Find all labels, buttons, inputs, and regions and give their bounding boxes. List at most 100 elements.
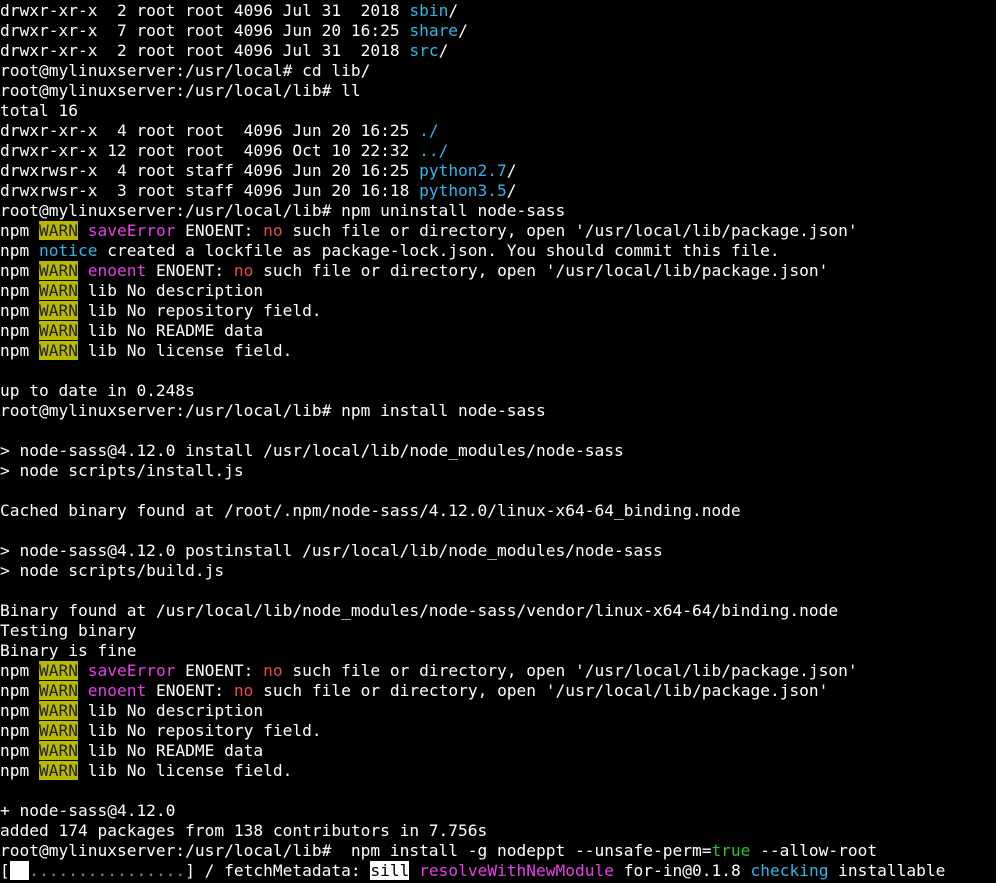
terminal-line: root@mylinuxserver:/usr/local/lib# npm i…: [0, 401, 996, 421]
terminal-line: npm notice created a lockfile as package…: [0, 241, 996, 261]
terminal-line: npm WARN lib No license field.: [0, 761, 996, 781]
notice-tag: notice: [38, 241, 98, 260]
directory-name: ./: [419, 121, 439, 140]
terminal-line: Testing binary: [0, 621, 996, 641]
output-text: [: [0, 861, 10, 880]
output-text: npm: [0, 281, 39, 300]
terminal-line: npm WARN lib No README data: [0, 321, 996, 341]
output-text: lib No description: [77, 281, 264, 300]
directory-name: src: [409, 41, 439, 60]
terminal-line: npm WARN enoent ENOENT: no such file or …: [0, 261, 996, 281]
terminal-line: drwxr-xr-x 2 root root 4096 Jul 31 2018 …: [0, 1, 996, 21]
error-word: no: [233, 681, 254, 700]
terminal-line: drwxr-xr-x 2 root root 4096 Jul 31 2018 …: [0, 41, 996, 61]
output-text: /: [458, 21, 468, 40]
directory-name: sbin: [409, 1, 449, 20]
progress-bar-fill: [9, 861, 30, 880]
output-text: lib No license field.: [77, 761, 293, 780]
output-text: ENOENT:: [146, 261, 234, 280]
output-text: drwxr-xr-x 7 root root 4096 Jun 20 16:25: [0, 21, 410, 40]
output-text: npm: [0, 221, 39, 240]
output-text: root@mylinuxserver:/usr/local/lib# npm i…: [0, 841, 712, 860]
terminal-line: root@mylinuxserver:/usr/local/lib# npm u…: [0, 201, 996, 221]
warn-badge: WARN: [38, 221, 78, 240]
output-text: /: [438, 41, 449, 60]
terminal-line: root@mylinuxserver:/usr/local/lib# ll: [0, 81, 996, 101]
warn-badge: WARN: [38, 321, 78, 340]
warn-badge: WARN: [38, 721, 78, 740]
terminal-line: npm WARN saveError ENOENT: no such file …: [0, 221, 996, 241]
warn-badge: WARN: [38, 661, 78, 680]
terminal-window[interactable]: drwxr-xr-x 2 root root 4096 Jul 31 2018 …: [0, 0, 996, 883]
output-text: > node-sass@4.12.0 postinstall /usr/loca…: [0, 541, 663, 560]
output-text: root@mylinuxserver:/usr/local/lib# npm u…: [0, 201, 566, 220]
warn-badge: WARN: [38, 301, 78, 320]
status-word: checking: [750, 861, 829, 880]
output-text: npm: [0, 701, 39, 720]
output-text: drwxrwsr-x 3 root staff 4096 Jun 20 16:1…: [0, 181, 420, 200]
terminal-line: drwxr-xr-x 4 root root 4096 Jun 20 16:25…: [0, 121, 996, 141]
npm-log-tag: enoent: [87, 261, 147, 280]
terminal-line: Binary found at /usr/local/lib/node_modu…: [0, 601, 996, 621]
output-text: > node-sass@4.12.0 install /usr/local/li…: [0, 441, 624, 460]
output-text: npm: [0, 341, 39, 360]
output-text: npm: [0, 681, 39, 700]
output-text: such file or directory, open '/usr/local…: [282, 661, 858, 680]
terminal-line: drwxr-xr-x 7 root root 4096 Jun 20 16:25…: [0, 21, 996, 41]
output-text: npm: [0, 721, 39, 740]
terminal-line: > node-sass@4.12.0 install /usr/local/li…: [0, 441, 996, 461]
terminal-line: root@mylinuxserver:/usr/local# cd lib/: [0, 61, 996, 81]
terminal-line: Binary is fine: [0, 641, 996, 661]
directory-name: ../: [419, 141, 449, 160]
directory-name: share: [409, 21, 459, 40]
output-text: npm: [0, 761, 39, 780]
terminal-line: npm WARN lib No repository field.: [0, 721, 996, 741]
output-text: /: [448, 1, 459, 20]
output-text: Binary found at /usr/local/lib/node_modu…: [0, 601, 839, 620]
output-text: npm: [0, 741, 39, 760]
sill-badge: sill: [370, 861, 410, 880]
terminal-line: drwxrwsr-x 4 root staff 4096 Jun 20 16:2…: [0, 161, 996, 181]
warn-badge: WARN: [38, 741, 78, 760]
output-text: /: [506, 181, 517, 200]
output-text: such file or directory, open '/usr/local…: [253, 261, 829, 280]
output-text: npm: [0, 261, 39, 280]
npm-log-tag: enoent: [87, 681, 147, 700]
terminal-line: total 16: [0, 101, 996, 121]
error-word: no: [233, 261, 254, 280]
output-text: lib No README data: [77, 741, 264, 760]
output-text: ENOENT:: [175, 661, 264, 680]
output-text: root@mylinuxserver:/usr/local/lib# ll: [0, 81, 361, 100]
npm-log-tag: saveError: [87, 661, 176, 680]
output-text: such file or directory, open '/usr/local…: [282, 221, 858, 240]
output-text: npm: [0, 241, 39, 260]
output-text: lib No description: [77, 701, 264, 720]
terminal-line: + node-sass@4.12.0: [0, 801, 996, 821]
terminal-line: Cached binary found at /root/.npm/node-s…: [0, 501, 996, 521]
output-text: --allow-root: [750, 841, 878, 860]
output-text: drwxr-xr-x 2 root root 4096 Jul 31 2018: [0, 1, 410, 20]
terminal-line: npm WARN saveError ENOENT: no such file …: [0, 661, 996, 681]
output-text: root@mylinuxserver:/usr/local# cd lib/: [0, 61, 371, 80]
output-text: + node-sass@4.12.0: [0, 801, 176, 820]
directory-name: python3.5: [419, 181, 507, 200]
output-text: > node scripts/build.js: [0, 561, 225, 580]
output-text: ENOENT:: [146, 681, 234, 700]
output-text: drwxr-xr-x 4 root root 4096 Jun 20 16:25: [0, 121, 420, 140]
error-word: no: [263, 661, 283, 680]
output-text: added 174 packages from 138 contributors…: [0, 821, 488, 840]
output-text: Testing binary: [0, 621, 137, 640]
output-text: created a lockfile as package-lock.json.…: [97, 241, 780, 260]
terminal-line: npm WARN lib No README data: [0, 741, 996, 761]
warn-badge: WARN: [38, 681, 78, 700]
terminal-line: npm WARN lib No description: [0, 701, 996, 721]
terminal-line: > node-sass@4.12.0 postinstall /usr/loca…: [0, 541, 996, 561]
output-text: /: [506, 161, 517, 180]
